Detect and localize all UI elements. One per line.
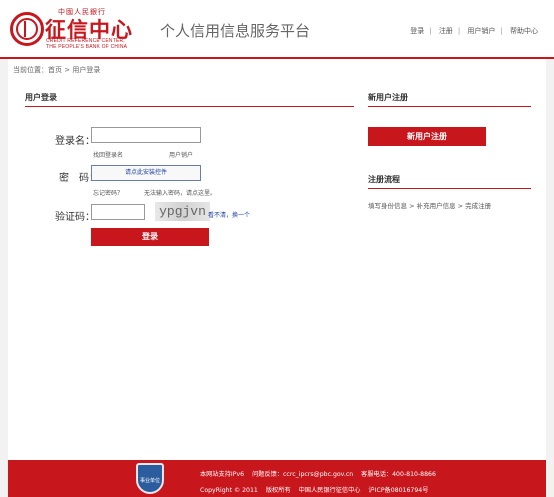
cannot-input-password-link[interactable]: 无法输入密码，请点这里。 xyxy=(144,188,216,197)
top-nav: 登录 | 注册 | 用户销户 | 帮助中心 xyxy=(410,27,538,35)
nav-help-link[interactable]: 帮助中心 xyxy=(510,27,538,35)
main-content: 当前位置：首页 > 用户登录 用户登录 登录名： 找回登录名 用户销户 密 码：… xyxy=(8,59,546,460)
username-label: 登录名： xyxy=(55,136,95,147)
install-control-link[interactable]: 请点此安装控件 xyxy=(91,165,201,181)
username-input[interactable] xyxy=(91,127,201,143)
footer-rights: 版权所有 xyxy=(265,487,291,494)
new-user-register-button[interactable]: 新用户注册 xyxy=(368,127,486,146)
footer-copyright: CopyRight © 2011 xyxy=(200,487,258,494)
footer-feedback: 问题反馈：ccrc_ipcrs@pbc.gov.cn xyxy=(252,471,354,478)
login-section-title: 用户登录 xyxy=(25,93,57,102)
login-section-divider xyxy=(25,106,354,107)
register-section-title: 新用户注册 xyxy=(368,93,408,102)
breadcrumb: 当前位置：首页 > 用户登录 xyxy=(13,66,101,74)
captcha-label: 验证码： xyxy=(55,212,95,223)
footer-icp: 沪ICP备08016794号 xyxy=(368,487,429,494)
footer: 事业单位 本网站支持IPv6 问题反馈：ccrc_ipcrs@pbc.gov.cn… xyxy=(8,460,546,497)
nav-login-link[interactable]: 登录 xyxy=(410,27,424,35)
footer-ipv6: 本网站支持IPv6 xyxy=(200,471,245,478)
cancel-account-link[interactable]: 用户销户 xyxy=(169,150,193,159)
captcha-input[interactable] xyxy=(91,204,145,220)
register-process-title: 注册流程 xyxy=(368,175,400,184)
register-process-divider xyxy=(368,188,531,189)
retrieve-username-link[interactable]: 找回登录名 xyxy=(93,150,123,159)
logo-english-line2: THE PEOPLE'S BANK OF CHINA xyxy=(46,44,128,50)
captcha-image[interactable]: ypgjvn xyxy=(155,202,210,221)
footer-org: 中国人民银行征信中心 xyxy=(298,487,361,494)
login-button[interactable]: 登录 xyxy=(91,228,209,246)
nav-cancel-account-link[interactable]: 用户销户 xyxy=(467,27,495,35)
footer-line-2: CopyRight © 2011 版权所有 中国人民银行征信中心 沪ICP备08016… xyxy=(200,485,436,494)
register-section-divider xyxy=(368,106,531,107)
site-title: 个人信用信息服务平台 xyxy=(160,22,311,40)
nav-register-link[interactable]: 注册 xyxy=(439,27,453,35)
forgot-password-link[interactable]: 忘记密码？ xyxy=(93,188,123,197)
badge-text: 事业单位 xyxy=(139,478,160,484)
register-process-steps: 填写身份信息 > 补充用户信息 > 完成注册 xyxy=(368,202,492,210)
captcha-refresh-link[interactable]: 看不清，换一个 xyxy=(208,210,250,219)
header: 中國人民銀行 征信中心 CREDIT REFERENCE CENTER, THE… xyxy=(0,0,554,57)
footer-hotline: 客服电话：400-810-8866 xyxy=(361,471,436,478)
public-institution-badge-icon[interactable]: 事业单位 xyxy=(136,463,164,494)
footer-line-1: 本网站支持IPv6 问题反馈：ccrc_ipcrs@pbc.gov.cn 客服电话：… xyxy=(200,469,444,478)
logo-seal-icon xyxy=(10,12,44,46)
